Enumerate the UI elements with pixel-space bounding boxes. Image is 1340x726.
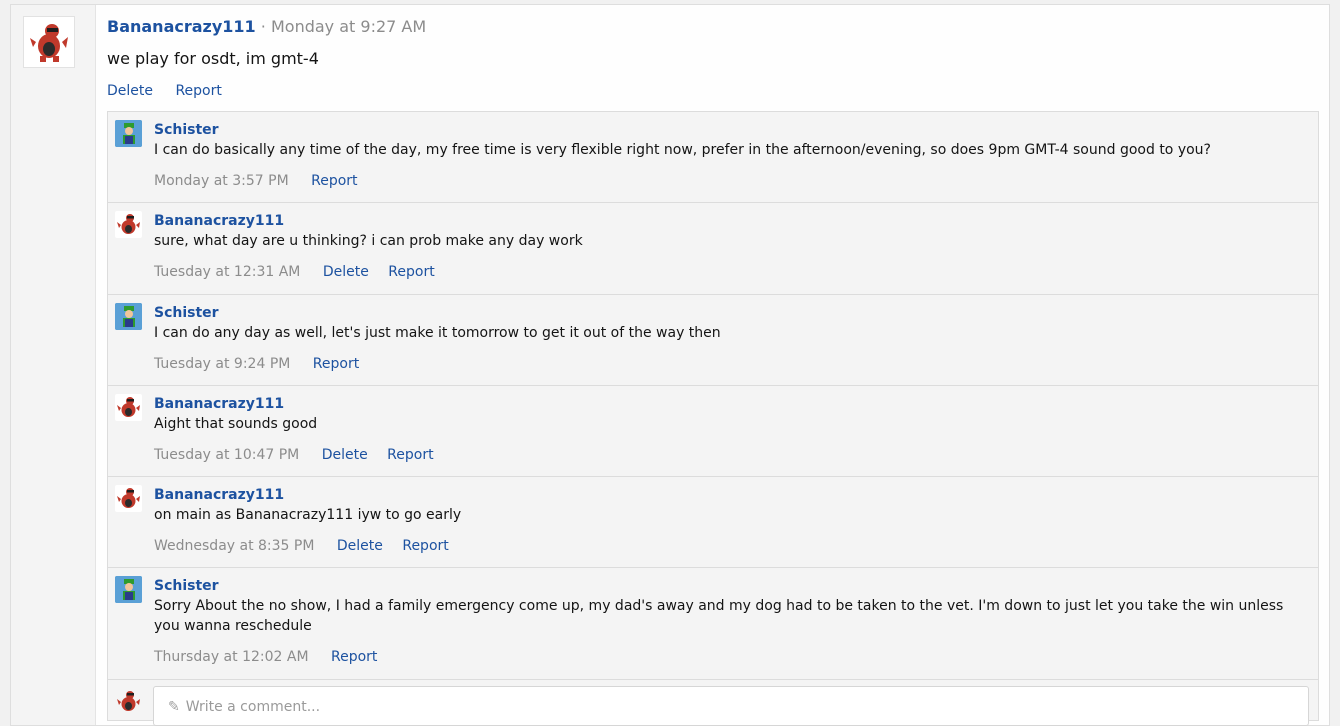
reply-row: ✎ Write a comment... [108, 680, 1318, 726]
reply-avatar [115, 688, 142, 715]
comment-author[interactable]: Schister [154, 120, 1306, 140]
comment-item: Bananacrazy111 on main as Bananacrazy111… [108, 477, 1318, 568]
post-message: we play for osdt, im gmt-4 [107, 49, 319, 68]
comment-timestamp[interactable]: Wednesday at 8:35 PM [154, 538, 314, 554]
comment-item: Schister I can do any day as well, let's… [108, 295, 1318, 386]
luigi-icon [115, 120, 142, 147]
comment-text: I can do basically any time of the day, … [154, 142, 1211, 158]
comment-meta: Tuesday at 10:47 PM Delete Report [154, 445, 1306, 465]
comment-text: I can do any day as well, let's just mak… [154, 325, 721, 341]
comment-timestamp[interactable]: Tuesday at 10:47 PM [154, 447, 299, 463]
comment-delete-link[interactable]: Delete [337, 538, 383, 554]
post-author-link[interactable]: Bananacrazy111 [107, 17, 256, 36]
comment-delete-link[interactable]: Delete [323, 264, 369, 280]
comment-text: on main as Bananacrazy111 iyw to go earl… [154, 507, 462, 523]
comment-report-link[interactable]: Report [313, 356, 359, 372]
krookodile-icon [30, 24, 68, 62]
comment-timestamp[interactable]: Tuesday at 12:31 AM [154, 264, 300, 280]
comment-list: Schister I can do basically any time of … [107, 111, 1319, 726]
comment-timestamp[interactable]: Monday at 3:57 PM [154, 173, 289, 189]
comment-item: Bananacrazy111 sure, what day are u thin… [108, 203, 1318, 295]
post-author-avatar[interactable] [23, 16, 75, 68]
comment-author[interactable]: Bananacrazy111 [154, 211, 1306, 231]
luigi-icon [115, 576, 142, 603]
comment-meta: Thursday at 12:02 AM Report [154, 647, 1306, 667]
comment-author[interactable]: Bananacrazy111 [154, 394, 1306, 414]
comment-input[interactable]: ✎ Write a comment... [153, 686, 1309, 726]
comment-item: Schister I can do basically any time of … [108, 112, 1318, 203]
post-delete-link[interactable]: Delete [107, 83, 153, 99]
krookodile-icon [117, 488, 140, 508]
comment-meta: Tuesday at 12:31 AM Delete Report [154, 262, 1306, 282]
luigi-icon [115, 303, 142, 330]
comment-avatar[interactable] [115, 120, 142, 147]
comment-delete-link[interactable]: Delete [322, 447, 368, 463]
comment-item: Schister Sorry About the no show, I had … [108, 568, 1318, 680]
post-report-link[interactable]: Report [175, 83, 221, 99]
post-timestamp[interactable]: Monday at 9:27 AM [271, 17, 426, 36]
pencil-icon: ✎ [168, 699, 180, 715]
comment-report-link[interactable]: Report [311, 173, 357, 189]
comment-text: Aight that sounds good [154, 416, 318, 432]
comment-meta: Monday at 3:57 PM Report [154, 171, 1306, 191]
avatar-column [11, 5, 96, 725]
comment-text: sure, what day are u thinking? i can pro… [154, 233, 583, 249]
comment-report-link[interactable]: Report [331, 649, 377, 665]
comment-author[interactable]: Bananacrazy111 [154, 485, 1306, 505]
comment-author[interactable]: Schister [154, 303, 1306, 323]
comment-timestamp[interactable]: Tuesday at 9:24 PM [154, 356, 290, 372]
comment-avatar[interactable] [115, 394, 142, 421]
post-actions: Delete Report [107, 83, 240, 99]
comment-avatar[interactable] [115, 485, 142, 512]
krookodile-icon [117, 691, 140, 711]
comment-avatar[interactable] [115, 303, 142, 330]
comment-meta: Tuesday at 9:24 PM Report [154, 354, 1306, 374]
comment-item: Bananacrazy111 Aight that sounds good Tu… [108, 386, 1318, 477]
comment-author[interactable]: Schister [154, 576, 1306, 596]
krookodile-icon [117, 397, 140, 417]
comment-input-placeholder: Write a comment... [185, 699, 321, 715]
comment-text: Sorry About the no show, I had a family … [154, 598, 1284, 634]
profile-post-card: Bananacrazy111 · Monday at 9:27 AM we pl… [10, 4, 1330, 726]
post-header: Bananacrazy111 · Monday at 9:27 AM [107, 17, 426, 36]
comment-report-link[interactable]: Report [387, 447, 433, 463]
comment-timestamp[interactable]: Thursday at 12:02 AM [154, 649, 309, 665]
comment-report-link[interactable]: Report [388, 264, 434, 280]
krookodile-icon [117, 214, 140, 234]
comment-meta: Wednesday at 8:35 PM Delete Report [154, 536, 1306, 556]
comment-avatar[interactable] [115, 211, 142, 238]
post-separator: · [260, 17, 266, 36]
comment-report-link[interactable]: Report [402, 538, 448, 554]
comment-avatar[interactable] [115, 576, 142, 603]
